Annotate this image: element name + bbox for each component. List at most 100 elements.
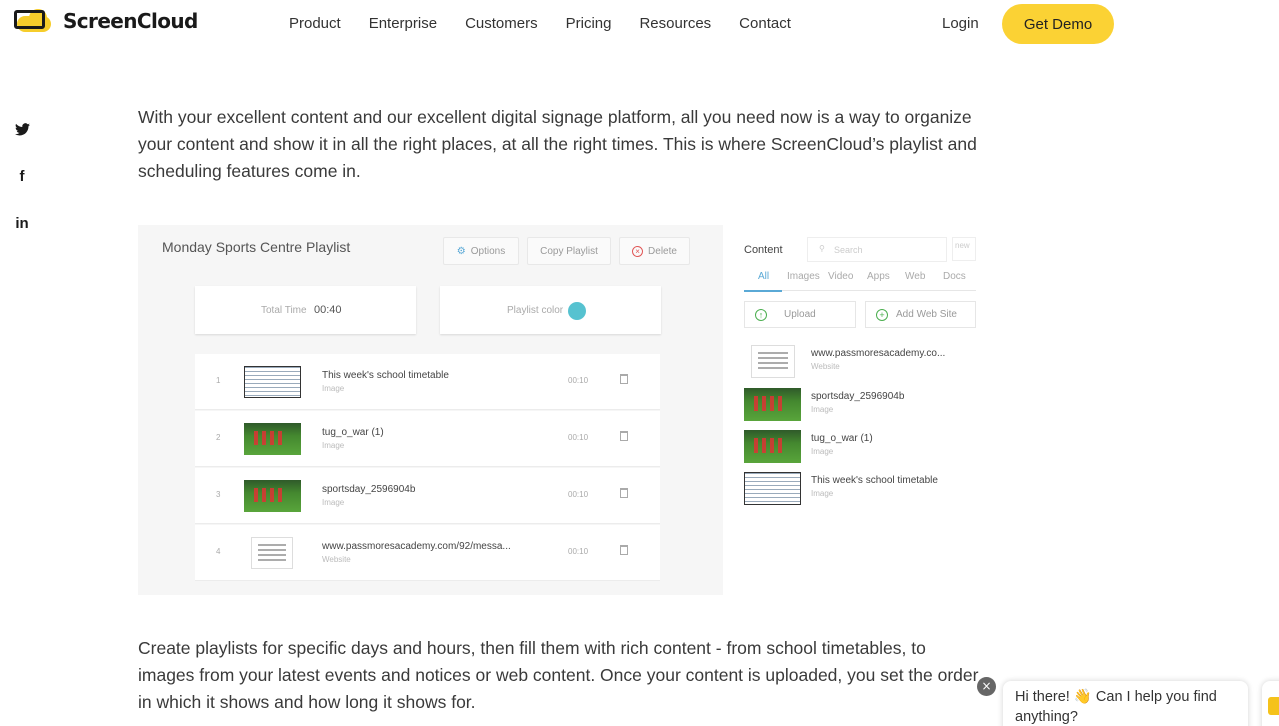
facebook-icon[interactable]: f (13, 168, 31, 185)
tab-web[interactable]: Web (905, 271, 925, 282)
content-item[interactable]: tug_o_war (1) Image (744, 430, 976, 466)
upload-button[interactable]: ↑ Upload (744, 301, 856, 328)
options-button[interactable]: ⚙ Options (443, 237, 519, 265)
login-link[interactable]: Login (942, 15, 979, 32)
content-item[interactable]: This week's school timetable Image (744, 472, 976, 508)
row-name: This week's school timetable (322, 370, 449, 381)
row-type: Image (322, 498, 345, 507)
tab-video[interactable]: Video (828, 271, 853, 282)
row-type: Website (322, 555, 351, 564)
playlist-row[interactable]: 2 tug_o_war (1) Image 00:10 (195, 411, 660, 467)
playlist-editor-screenshot: Monday Sports Centre Playlist ⚙ Options … (138, 225, 723, 595)
playlist-row[interactable]: 3 sportsday_2596904b Image 00:10 (195, 468, 660, 524)
brand-logo[interactable]: ScreenCloud (14, 8, 198, 34)
playlist-color-swatch[interactable] (568, 302, 586, 320)
trash-icon[interactable] (620, 374, 628, 384)
tug-of-war-thumbnail (744, 430, 801, 463)
trash-icon[interactable] (620, 431, 628, 441)
active-tab-underline (744, 290, 782, 292)
row-duration[interactable]: 00:10 (568, 490, 588, 499)
linkedin-icon[interactable]: in (13, 215, 31, 232)
copy-playlist-button[interactable]: Copy Playlist (527, 237, 611, 265)
content-item-type: Image (811, 489, 834, 498)
tab-images[interactable]: Images (787, 271, 820, 282)
upload-label: Upload (784, 309, 816, 320)
row-name: www.passmoresacademy.com/92/messa... (322, 541, 511, 552)
content-item[interactable]: sportsday_2596904b Image (744, 388, 976, 424)
sportsday-thumbnail (744, 388, 801, 421)
content-item-type: Image (811, 447, 834, 456)
search-placeholder: Search (834, 245, 863, 255)
row-name: tug_o_war (1) (322, 427, 384, 438)
website-thumbnail (251, 537, 293, 569)
new-button[interactable]: new (952, 237, 976, 261)
playlist-title: Monday Sports Centre Playlist (162, 239, 351, 255)
tab-docs[interactable]: Docs (943, 271, 966, 282)
brand-name: ScreenCloud (63, 9, 198, 33)
top-navigation: ScreenCloud Product Enterprise Customers… (0, 0, 1279, 48)
nav-pricing[interactable]: Pricing (566, 15, 612, 32)
timetable-thumbnail (744, 472, 801, 505)
playlist-color-label: Playlist color (507, 305, 564, 316)
content-title: Content (744, 244, 783, 256)
get-demo-button[interactable]: Get Demo (1002, 4, 1114, 44)
total-time-card: Total Time 00:40 (195, 286, 416, 334)
delete-label: Delete (648, 245, 677, 257)
content-item-type: Website (811, 362, 840, 371)
row-number: 1 (216, 376, 221, 385)
nav-product[interactable]: Product (289, 15, 341, 32)
row-number: 3 (216, 490, 221, 499)
row-duration[interactable]: 00:10 (568, 433, 588, 442)
row-duration[interactable]: 00:10 (568, 547, 588, 556)
tab-all[interactable]: All (758, 271, 769, 282)
chat-hand-icon (1268, 697, 1279, 715)
chat-close-button[interactable]: × (977, 677, 996, 696)
content-item-name: sportsday_2596904b (811, 391, 905, 402)
total-time-label: Total Time (261, 305, 307, 316)
logo-icon (14, 8, 52, 34)
row-number: 2 (216, 433, 221, 442)
content-search-input[interactable]: Search (807, 237, 947, 262)
options-icon: ⚙ (456, 245, 466, 257)
upload-icon: ↑ (755, 308, 767, 321)
content-item-name: tug_o_war (1) (811, 433, 873, 444)
row-number: 4 (216, 547, 221, 556)
main-nav: Product Enterprise Customers Pricing Res… (289, 15, 819, 32)
content-item-name: www.passmoresacademy.co... (811, 348, 946, 359)
row-type: Image (322, 441, 345, 450)
trash-icon[interactable] (620, 488, 628, 498)
content-library-panel: Content Search ⚲ new All Images Video Ap… (744, 235, 976, 525)
content-item-type: Image (811, 405, 834, 414)
nav-customers[interactable]: Customers (465, 15, 538, 32)
twitter-icon[interactable] (13, 121, 31, 137)
nav-enterprise[interactable]: Enterprise (369, 15, 437, 32)
delete-button[interactable]: × Delete (619, 237, 690, 265)
intro-paragraph: With your excellent content and our exce… (138, 107, 977, 181)
nav-resources[interactable]: Resources (639, 15, 711, 32)
add-icon: + (876, 308, 888, 321)
sportsday-thumbnail (244, 480, 301, 512)
website-thumbnail (751, 345, 795, 378)
search-icon: ⚲ (819, 244, 825, 253)
playlist-row[interactable]: 4 www.passmoresacademy.com/92/messa... W… (195, 525, 660, 581)
options-label: Options (470, 245, 506, 257)
trash-icon[interactable] (620, 545, 628, 555)
nav-contact[interactable]: Contact (739, 15, 791, 32)
chat-message-bubble[interactable]: Hi there! 👋 Can I help you find anything… (1003, 681, 1248, 726)
delete-icon: × (632, 245, 644, 257)
row-duration[interactable]: 00:10 (568, 376, 588, 385)
tab-apps[interactable]: Apps (867, 271, 890, 282)
playlist-row[interactable]: 1 This week's school timetable Image 00:… (195, 354, 660, 410)
content-item[interactable]: www.passmoresacademy.co... Website (744, 345, 976, 381)
add-website-label: Add Web Site (896, 309, 957, 320)
row-type: Image (322, 384, 345, 393)
playlist-color-card: Playlist color (440, 286, 661, 334)
content-item-name: This week's school timetable (811, 475, 938, 486)
tug-of-war-thumbnail (244, 423, 301, 455)
body-paragraph: Create playlists for specific days and h… (138, 638, 979, 712)
row-name: sportsday_2596904b (322, 484, 416, 495)
timetable-thumbnail (244, 366, 301, 398)
add-website-button[interactable]: + Add Web Site (865, 301, 976, 328)
total-time-value: 00:40 (314, 304, 342, 316)
chat-launcher[interactable] (1262, 681, 1279, 726)
